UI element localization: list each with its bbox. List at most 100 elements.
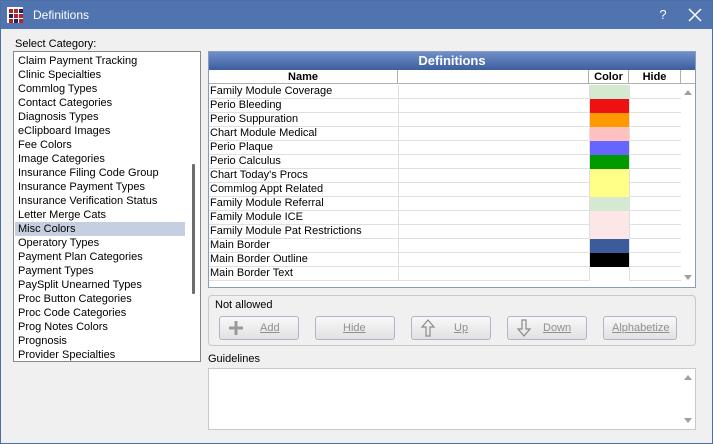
definition-blank-cell	[398, 99, 589, 113]
help-button[interactable]: ?	[653, 6, 673, 24]
definition-hide-cell	[629, 183, 681, 197]
guidelines-label: Guidelines	[208, 353, 260, 365]
category-item[interactable]: Insurance Filing Code Group	[15, 166, 185, 180]
definitions-grid-title: Definitions	[209, 52, 695, 70]
definition-hide-cell	[629, 155, 681, 169]
definition-row[interactable]: Main Border Outline	[209, 253, 681, 267]
alphabetize-button[interactable]: Alphabetize	[603, 316, 677, 340]
definition-row[interactable]: Family Module ICE	[209, 211, 681, 225]
category-item[interactable]: Clinic Specialties	[15, 68, 185, 82]
definition-blank-cell	[398, 85, 589, 99]
definition-row[interactable]: Perio Bleeding	[209, 99, 681, 113]
definition-blank-cell	[398, 239, 589, 253]
definition-blank-cell	[398, 267, 589, 281]
actions-group: Not allowed Add Hide Up Down Alphabetize	[208, 295, 696, 346]
definition-row[interactable]: Family Module Pat Restrictions	[209, 225, 681, 239]
definition-row[interactable]: Perio Suppuration	[209, 113, 681, 127]
definition-color-swatch	[589, 113, 629, 127]
definition-row[interactable]: Chart Today's Procs	[209, 169, 681, 183]
category-list[interactable]: Claim Payment Tracking Clinic Specialties…	[13, 51, 201, 362]
definition-row[interactable]: Main Border	[209, 239, 681, 253]
category-item[interactable]: eClipboard Images	[15, 124, 185, 138]
definition-name: Commlog Appt Related	[210, 183, 324, 195]
definition-color-swatch	[589, 85, 629, 99]
category-item[interactable]: Contact Categories	[15, 96, 185, 110]
category-item[interactable]: Payment Types	[15, 264, 185, 278]
definition-blank-cell	[398, 211, 589, 225]
definitions-scrollbar[interactable]	[681, 84, 695, 287]
definition-blank-cell	[398, 183, 589, 197]
category-item[interactable]: Prog Notes Colors	[15, 320, 185, 334]
arrow-down-icon	[516, 319, 532, 337]
category-item[interactable]: Misc Colors	[15, 222, 185, 236]
definition-color-swatch	[589, 155, 629, 169]
close-icon	[688, 8, 702, 22]
category-item[interactable]: Prognosis	[15, 334, 185, 348]
definitions-grid: Definitions Name Color Hide Family Modul…	[208, 51, 696, 288]
definition-blank-cell	[398, 127, 589, 141]
scroll-up-icon[interactable]	[684, 90, 692, 95]
definition-name: Main Border Text	[210, 267, 293, 279]
column-headers: Name Color Hide	[209, 70, 695, 84]
add-button-label: Add	[260, 322, 280, 334]
definition-hide-cell	[629, 253, 681, 267]
down-button[interactable]: Down	[507, 316, 587, 340]
category-item[interactable]: Proc Button Categories	[15, 292, 185, 306]
category-item[interactable]: Operatory Types	[15, 236, 185, 250]
definition-color-swatch	[589, 197, 629, 211]
category-item[interactable]: Insurance Verification Status	[15, 194, 185, 208]
column-header-color[interactable]: Color	[589, 70, 629, 84]
scroll-down-icon[interactable]	[684, 275, 692, 280]
definition-blank-cell	[398, 197, 589, 211]
definition-name: Family Module Referral	[210, 197, 324, 209]
category-item[interactable]: PaySplit Unearned Types	[15, 278, 185, 292]
guidelines-scroll-up-icon[interactable]	[684, 375, 692, 380]
definition-color-swatch	[589, 225, 629, 239]
column-header-name[interactable]: Name	[209, 70, 398, 84]
select-category-label: Select Category:	[15, 38, 97, 50]
definition-name: Perio Bleeding	[210, 99, 282, 111]
definition-color-swatch	[589, 127, 629, 141]
guidelines-textbox[interactable]	[208, 368, 696, 430]
hide-button-label: Hide	[343, 322, 366, 334]
definition-name: Family Module Coverage	[210, 85, 333, 97]
definition-name: Chart Today's Procs	[210, 169, 308, 181]
definition-name: Perio Suppuration	[210, 113, 299, 125]
category-item[interactable]: Provider Specialties	[15, 348, 185, 361]
category-item[interactable]: Claim Payment Tracking	[15, 54, 185, 68]
add-button[interactable]: Add	[219, 316, 299, 340]
definition-row[interactable]: Family Module Coverage	[209, 85, 681, 99]
definition-hide-cell	[629, 99, 681, 113]
definition-row[interactable]: Family Module Referral	[209, 197, 681, 211]
hide-button[interactable]: Hide	[315, 316, 395, 340]
category-item[interactable]: Letter Merge Cats	[15, 208, 185, 222]
category-item[interactable]: Image Categories	[15, 152, 185, 166]
definition-color-swatch	[589, 141, 629, 155]
definition-row[interactable]: Main Border Text	[209, 267, 681, 281]
definition-row[interactable]: Commlog Appt Related	[209, 183, 681, 197]
definition-blank-cell	[398, 113, 589, 127]
definition-hide-cell	[629, 197, 681, 211]
definition-name: Main Border Outline	[210, 253, 308, 265]
definition-name: Perio Plaque	[210, 141, 273, 153]
up-button[interactable]: Up	[411, 316, 491, 340]
definition-row[interactable]: Chart Module Medical	[209, 127, 681, 141]
title-bar: Definitions ?	[1, 1, 712, 29]
up-button-label: Up	[454, 322, 469, 334]
definition-hide-cell	[629, 239, 681, 253]
definition-blank-cell	[398, 141, 589, 155]
category-scrollbar-thumb[interactable]	[192, 164, 195, 294]
category-item[interactable]: Payment Plan Categories	[15, 250, 185, 264]
definition-color-swatch	[589, 99, 629, 113]
category-item[interactable]: Insurance Payment Types	[15, 180, 185, 194]
category-item[interactable]: Commlog Types	[15, 82, 185, 96]
category-item[interactable]: Fee Colors	[15, 138, 185, 152]
category-item[interactable]: Diagnosis Types	[15, 110, 185, 124]
column-header-hide[interactable]: Hide	[629, 70, 681, 84]
definition-row[interactable]: Perio Plaque	[209, 141, 681, 155]
definition-row[interactable]: Perio Calculus	[209, 155, 681, 169]
close-button[interactable]	[685, 5, 705, 25]
definition-name: Perio Calculus	[210, 155, 281, 167]
guidelines-scroll-down-icon[interactable]	[684, 418, 692, 423]
category-item[interactable]: Proc Code Categories	[15, 306, 185, 320]
